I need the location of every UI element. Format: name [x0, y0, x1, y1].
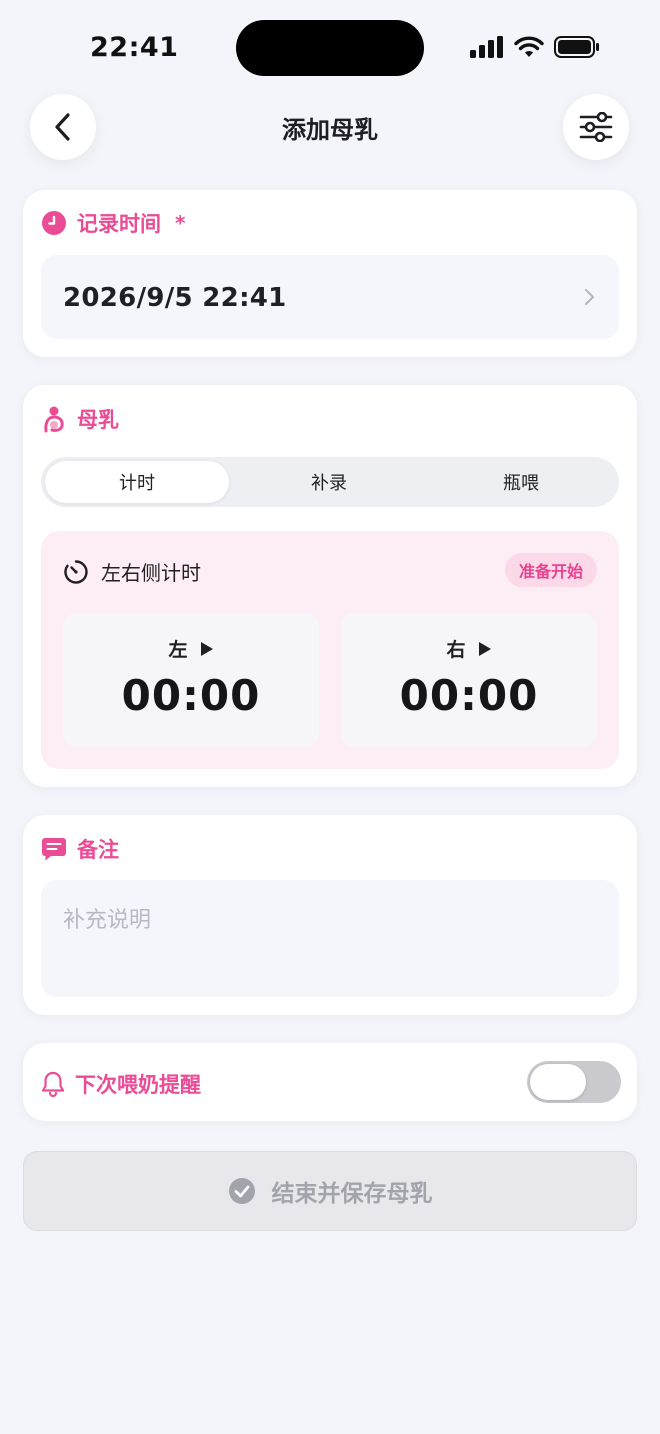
tab-timer[interactable]: 计时: [45, 461, 229, 503]
reminder-card: 下次喂奶提醒: [23, 1043, 637, 1121]
status-bar: 22:41: [0, 0, 660, 96]
breast-milk-card: 母乳 计时 补录 瓶喂 左右侧计时 准备开始 左 00:00 右 00:00: [23, 385, 637, 787]
cellular-signal-icon: [470, 36, 503, 58]
settings-button[interactable]: [563, 94, 629, 160]
left-side-label-row: 左: [63, 635, 319, 662]
notes-header: 备注: [41, 834, 119, 864]
toggle-knob: [530, 1064, 586, 1100]
datetime-value: 2026/9/5 22:41: [63, 283, 287, 313]
left-side-time: 00:00: [121, 671, 261, 720]
reminder-title: 下次喂奶提醒: [75, 1073, 201, 1097]
save-button[interactable]: 结束并保存母乳: [23, 1151, 637, 1231]
right-side-time: 00:00: [399, 671, 539, 720]
play-icon: [478, 641, 491, 656]
sliders-icon: [579, 112, 613, 142]
reminder-toggle[interactable]: [527, 1061, 621, 1103]
tab-backfill[interactable]: 补录: [233, 461, 425, 503]
dynamic-island: [236, 20, 424, 76]
notes-card: 备注 补充说明: [23, 815, 637, 1015]
battery-icon: [554, 36, 599, 58]
bell-icon: [41, 1071, 65, 1097]
notes-title: 备注: [77, 838, 119, 862]
feeding-mode-tabs: 计时 补录 瓶喂: [41, 457, 619, 507]
reminder-header: 下次喂奶提醒: [41, 1069, 201, 1099]
breast-milk-title: 母乳: [77, 408, 119, 432]
record-time-card: 记录时间 * 2026/9/5 22:41: [23, 190, 637, 357]
record-time-title: 记录时间: [77, 212, 161, 236]
breast-milk-header: 母乳: [41, 404, 119, 434]
status-icons: [470, 36, 600, 58]
left-side-timer[interactable]: 左 00:00: [63, 613, 319, 747]
right-side-timer[interactable]: 右 00:00: [341, 613, 597, 747]
chevron-right-icon: [585, 289, 594, 305]
page-title: 添加母乳: [282, 116, 378, 144]
clock-icon: [42, 211, 66, 235]
timer-icon: [64, 559, 88, 584]
breastfeeding-icon: [44, 406, 64, 433]
save-button-label: 结束并保存母乳: [271, 1181, 433, 1207]
tab-bottle[interactable]: 瓶喂: [425, 461, 617, 503]
datetime-picker[interactable]: 2026/9/5 22:41: [41, 255, 619, 339]
status-time: 22:41: [90, 32, 179, 63]
timer-header: 左右侧计时: [63, 557, 201, 586]
required-mark: *: [175, 211, 186, 235]
record-time-header: 记录时间 *: [41, 208, 185, 238]
timer-panel: 左右侧计时 准备开始 左 00:00 右 00:00: [41, 531, 619, 769]
timer-title: 左右侧计时: [101, 561, 201, 585]
play-icon: [200, 641, 213, 656]
check-circle-icon: [228, 1178, 255, 1204]
notes-input[interactable]: 补充说明: [41, 880, 619, 997]
wifi-icon: [514, 36, 544, 57]
right-side-label: 右: [446, 639, 466, 661]
message-icon: [42, 838, 66, 861]
start-timer-button[interactable]: 准备开始: [504, 553, 597, 587]
notes-placeholder: 补充说明: [63, 908, 152, 933]
right-side-label-row: 右: [341, 635, 597, 662]
left-side-label: 左: [168, 639, 188, 661]
